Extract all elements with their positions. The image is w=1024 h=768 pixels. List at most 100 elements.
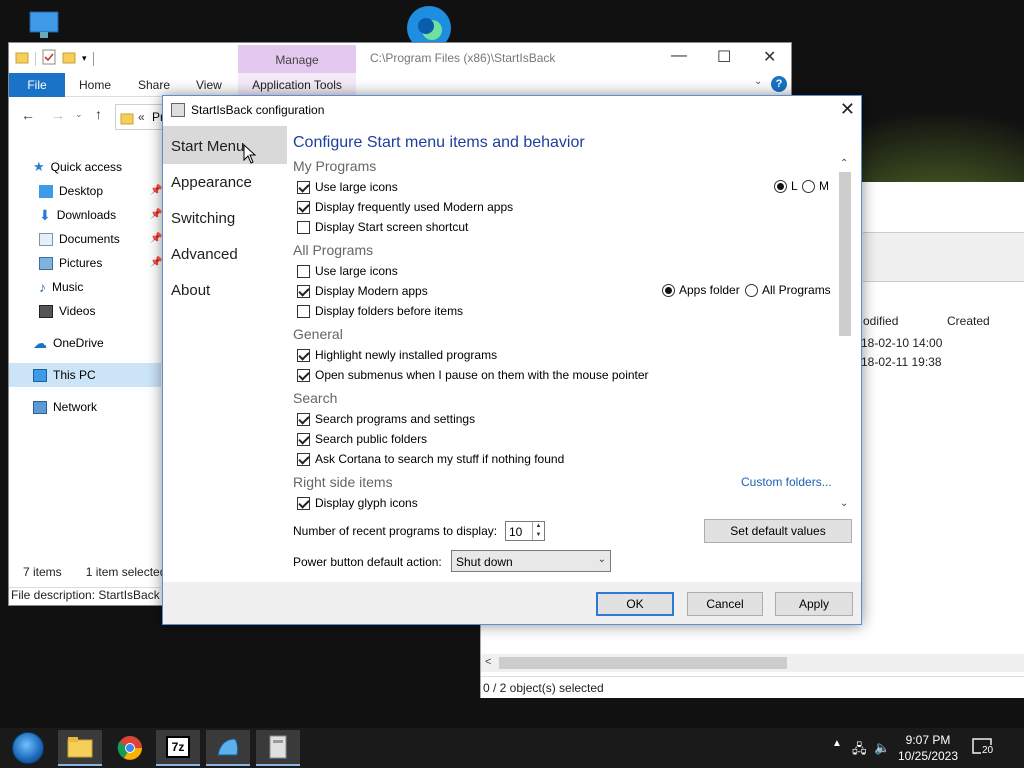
taskbar-7zip[interactable]: 7z — [156, 730, 200, 766]
radio-button[interactable] — [745, 283, 758, 297]
radio-button[interactable] — [662, 283, 675, 297]
scroll-left-icon[interactable]: < — [485, 656, 491, 668]
option-folders-before-items[interactable]: Display folders before items — [297, 303, 463, 319]
startisback-icon — [217, 738, 239, 756]
nav-item-documents[interactable]: Documents — [39, 229, 120, 249]
option-search-programs[interactable]: Search programs and settings — [297, 411, 475, 427]
tab-file[interactable]: File — [9, 73, 65, 97]
sidebar-item-about[interactable]: About — [171, 282, 210, 299]
option-highlight-new[interactable]: Highlight newly installed programs — [297, 347, 497, 363]
close-icon[interactable]: ✕ — [840, 99, 855, 120]
edge-icon[interactable] — [404, 4, 454, 50]
radio-size-l[interactable]: L — [774, 179, 798, 193]
set-default-values-button[interactable]: Set default values — [704, 519, 852, 543]
forward-icon[interactable]: → — [51, 107, 65, 123]
properties-icon[interactable] — [42, 49, 56, 68]
taskbar-chrome[interactable] — [108, 730, 152, 766]
nav-item-pictures[interactable]: Pictures — [39, 253, 102, 273]
apply-button[interactable]: Apply — [775, 592, 853, 616]
taskbar-installer[interactable] — [256, 730, 300, 766]
sidebar-item-start-menu[interactable]: Start Menu — [171, 138, 244, 155]
checkbox[interactable] — [297, 284, 310, 298]
nav-item-downloads[interactable]: ⬇ Downloads — [39, 205, 116, 225]
nav-item-desktop[interactable]: Desktop — [39, 181, 103, 201]
radio-button[interactable] — [802, 179, 815, 193]
checkbox[interactable] — [297, 304, 310, 318]
checkbox[interactable] — [297, 368, 310, 382]
tab-application-tools[interactable]: Application Tools — [238, 73, 356, 97]
nav-item-quick-access[interactable]: ★ Quick access — [33, 157, 122, 177]
network-icon[interactable]: 🖧 — [852, 740, 867, 762]
help-icon[interactable]: ? — [771, 76, 787, 92]
scroll-up-icon[interactable]: ⌃ — [840, 158, 848, 169]
manage-tab[interactable]: Manage — [238, 45, 356, 73]
tab-share[interactable]: Share — [138, 78, 170, 92]
recent-dropdown-icon[interactable]: ⌄ — [75, 109, 83, 120]
sidebar-item-switching[interactable]: Switching — [171, 210, 235, 227]
radio-apps-folder[interactable]: Apps folder — [662, 283, 740, 297]
taskbar-explorer[interactable] — [58, 730, 102, 766]
checkbox[interactable] — [297, 452, 310, 466]
power-action-select[interactable]: Shut down ⌄ — [451, 550, 611, 572]
qat-dropdown-icon[interactable]: ▾ — [82, 53, 87, 64]
option-large-icons[interactable]: Use large icons — [297, 179, 398, 195]
checkbox[interactable] — [297, 200, 310, 214]
option-display-modern-apps[interactable]: Display Modern apps — [297, 283, 428, 299]
folder-icon[interactable] — [15, 50, 29, 67]
show-hidden-icons-icon[interactable]: ▲ — [832, 738, 842, 749]
table-row[interactable]: 18-02-10 14:00 — [861, 336, 942, 350]
radio-button[interactable] — [774, 179, 787, 193]
new-folder-icon[interactable] — [62, 50, 76, 67]
checkbox[interactable] — [297, 432, 310, 446]
desktop-pc-icon[interactable] — [28, 10, 62, 43]
sidebar-item-appearance[interactable]: Appearance — [171, 174, 252, 191]
nav-item-music[interactable]: ♪ Music — [39, 277, 83, 297]
close-icon[interactable]: ✕ — [763, 47, 776, 67]
ok-button[interactable]: OK — [596, 592, 674, 616]
checkbox[interactable] — [297, 348, 310, 362]
tab-view[interactable]: View — [196, 78, 222, 92]
scroll-down-icon[interactable]: ⌄ — [840, 498, 848, 509]
option-all-large-icons[interactable]: Use large icons — [297, 263, 398, 279]
option-frequent-modern-apps[interactable]: Display frequently used Modern apps — [297, 199, 513, 215]
sidebar-item-advanced[interactable]: Advanced — [171, 246, 238, 263]
option-ask-cortana[interactable]: Ask Cortana to search my stuff if nothin… — [297, 451, 564, 467]
start-button[interactable] — [4, 730, 52, 766]
column-header-created[interactable]: Created — [947, 314, 990, 328]
checkbox[interactable] — [297, 496, 310, 510]
tab-home[interactable]: Home — [79, 78, 111, 92]
cancel-button[interactable]: Cancel — [687, 592, 763, 616]
nav-item-videos[interactable]: Videos — [39, 301, 95, 321]
horizontal-scrollbar[interactable]: < — [481, 654, 1024, 672]
checkbox[interactable] — [297, 412, 310, 426]
option-open-submenus[interactable]: Open submenus when I pause on them with … — [297, 367, 649, 383]
radio-all-programs[interactable]: All Programs — [745, 283, 831, 297]
radio-size-m[interactable]: M — [802, 179, 829, 193]
maximize-icon[interactable]: ☐ — [717, 47, 731, 67]
recent-programs-stepper[interactable]: 10 ▲ ▼ — [505, 521, 545, 541]
option-start-screen-shortcut[interactable]: Display Start screen shortcut — [297, 219, 468, 235]
nav-item-network[interactable]: Network — [33, 397, 97, 417]
minimize-icon[interactable]: — — [671, 47, 687, 65]
checkbox[interactable] — [297, 264, 310, 278]
scrollbar-thumb[interactable] — [839, 172, 851, 336]
back-icon[interactable]: ← — [21, 107, 35, 123]
column-header-modified[interactable]: odified — [863, 314, 898, 328]
nav-item-onedrive[interactable]: ☁ OneDrive — [33, 333, 104, 353]
stepper-arrows-icon[interactable]: ▲ ▼ — [532, 522, 544, 540]
vertical-scrollbar[interactable]: ⌃ ⌄ — [837, 158, 853, 512]
option-glyph-icons[interactable]: Display glyph icons — [297, 495, 418, 511]
taskbar-startisback[interactable] — [206, 730, 250, 766]
checkbox[interactable] — [297, 220, 310, 234]
system-clock[interactable]: 9:07 PM 10/25/2023 — [888, 732, 968, 764]
chevron-down-icon[interactable]: ⌄ — [754, 76, 762, 87]
scrollbar-thumb[interactable] — [499, 657, 787, 669]
custom-folders-link[interactable]: Custom folders... — [741, 475, 832, 489]
option-search-public[interactable]: Search public folders — [297, 431, 427, 447]
up-icon[interactable]: ↑ — [95, 106, 102, 122]
notifications-icon[interactable]: 20 — [972, 738, 996, 758]
address-bar[interactable]: « Pr — [115, 104, 169, 130]
table-row[interactable]: 18-02-11 19:38 — [861, 355, 942, 369]
checkbox[interactable] — [297, 180, 310, 194]
nav-item-this-pc[interactable]: This PC — [33, 365, 96, 385]
